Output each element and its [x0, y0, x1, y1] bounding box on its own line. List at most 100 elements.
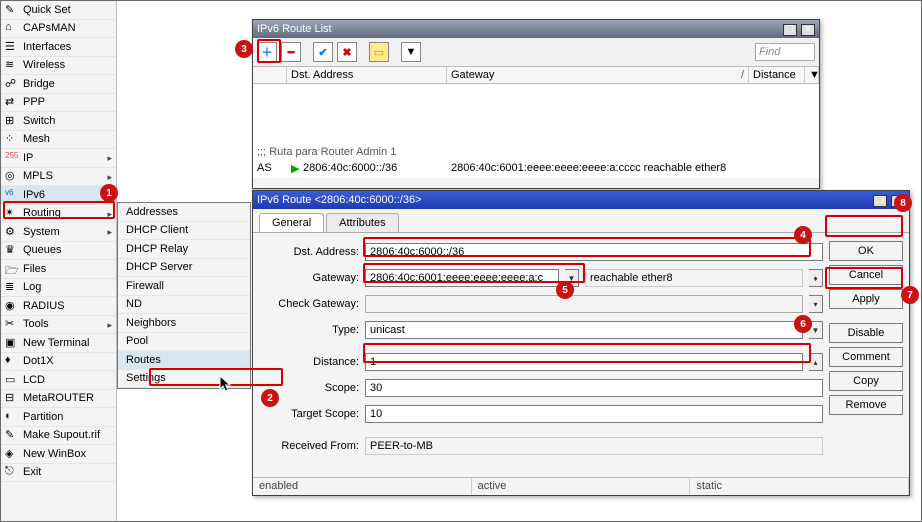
- route-row[interactable]: AS ▶ 2806:40c:6000::/36 2806:40c:6001:ee…: [253, 160, 819, 176]
- status-enabled: enabled: [253, 478, 472, 495]
- copy-button[interactable]: Copy: [829, 371, 903, 391]
- comment-button[interactable]: Comment: [829, 347, 903, 367]
- sidebar-item-exit[interactable]: ⎋Exit: [1, 464, 116, 483]
- sidebar-item-partition[interactable]: ◐Partition: [1, 408, 116, 427]
- log-icon: ≣: [5, 280, 19, 294]
- dst-address-input[interactable]: 2806:40c:6000::/36: [365, 243, 823, 261]
- disable-button[interactable]: ✖: [337, 42, 357, 62]
- check-gateway-label: Check Gateway:: [259, 298, 359, 310]
- filter-button[interactable]: ▼: [401, 42, 421, 62]
- sidebar-item-queues[interactable]: ♛Queues: [1, 242, 116, 261]
- type-input[interactable]: unicast: [365, 321, 803, 339]
- sidebar-item-system[interactable]: ⚙System▸: [1, 223, 116, 242]
- submenu-dhcp-server[interactable]: DHCP Server: [118, 259, 250, 278]
- cancel-button[interactable]: Cancel: [829, 265, 903, 285]
- sidebar-item-dot1x[interactable]: ♦Dot1X: [1, 353, 116, 372]
- remove-button[interactable]: ━: [281, 42, 301, 62]
- tab-attributes[interactable]: Attributes: [326, 213, 398, 232]
- submenu-routes[interactable]: Routes: [118, 351, 250, 370]
- gateway-label: Gateway:: [259, 272, 359, 284]
- submenu-dhcp-relay[interactable]: DHCP Relay: [118, 240, 250, 259]
- distance-input[interactable]: 1: [365, 353, 803, 371]
- titlebar[interactable]: IPv6 Route List ❐ ✕: [253, 20, 819, 38]
- dst-address-label: Dst. Address:: [259, 246, 359, 258]
- sidebar-item-ppp[interactable]: ⇄PPP: [1, 94, 116, 113]
- sidebar-item-lcd[interactable]: ▭LCD: [1, 371, 116, 390]
- check-gateway-dropdown[interactable]: ▾: [809, 295, 823, 313]
- switch-icon: ⊞: [5, 114, 19, 128]
- sidebar-item-log[interactable]: ≣Log: [1, 279, 116, 298]
- route-comment: ;;; Ruta para Router Admin 1: [253, 144, 819, 160]
- cursor-icon: [219, 376, 233, 394]
- gear-icon: ⚙: [5, 225, 19, 239]
- disable-button[interactable]: Disable: [829, 323, 903, 343]
- mesh-icon: ⁘: [5, 132, 19, 146]
- submenu-pool[interactable]: Pool: [118, 333, 250, 352]
- sidebar-item-switch[interactable]: ⊞Switch: [1, 112, 116, 131]
- route-flags: AS: [253, 162, 287, 174]
- chevron-right-icon: ▸: [107, 227, 112, 238]
- wireless-icon: ≋: [5, 58, 19, 72]
- target-scope-input[interactable]: 10: [365, 405, 823, 423]
- cap-icon: ⌂: [5, 21, 19, 35]
- dialog-buttons: OK Cancel Apply Disable Comment Copy Rem…: [829, 237, 903, 455]
- sidebar-item-supout[interactable]: ✎Make Supout.rif: [1, 427, 116, 446]
- route-gw: 2806:40c:6001:eeee:eeee:eeee:a:cccc reac…: [447, 162, 819, 174]
- route-active-icon: ▶: [287, 162, 299, 175]
- sidebar-item-radius[interactable]: ◉RADIUS: [1, 297, 116, 316]
- partition-icon: ◐: [5, 410, 19, 424]
- restore-icon[interactable]: ❐: [873, 195, 887, 207]
- dialog-titlebar[interactable]: IPv6 Route <2806:40c:6000::/36> ❐ ✕: [253, 191, 909, 209]
- type-label: Type:: [259, 324, 359, 336]
- check-gateway-input[interactable]: [365, 295, 803, 313]
- sidebar-item-ip[interactable]: 255IP▸: [1, 149, 116, 168]
- add-button[interactable]: ＋: [257, 42, 277, 62]
- sidebar-item-mpls[interactable]: ◎MPLS▸: [1, 168, 116, 187]
- submenu-nd[interactable]: ND: [118, 296, 250, 315]
- apply-button[interactable]: Apply: [829, 289, 903, 309]
- sidebar-item-new-terminal[interactable]: ▣New Terminal: [1, 334, 116, 353]
- ok-button[interactable]: OK: [829, 241, 903, 261]
- sidebar-item-ipv6[interactable]: v6IPv6▸: [1, 186, 116, 205]
- submenu-firewall[interactable]: Firewall: [118, 277, 250, 296]
- submenu-addresses[interactable]: Addresses: [118, 203, 250, 222]
- list-body[interactable]: ;;; Ruta para Router Admin 1 AS ▶ 2806:4…: [253, 84, 819, 178]
- scope-input[interactable]: 30: [365, 379, 823, 397]
- restore-icon[interactable]: ❐: [783, 24, 797, 36]
- enable-button[interactable]: ✔: [313, 42, 333, 62]
- received-from-value: PEER-to-MB: [365, 437, 823, 455]
- find-input[interactable]: Find: [755, 43, 815, 61]
- col-distance[interactable]: Distance: [749, 67, 805, 83]
- sidebar-item-bridge[interactable]: ☍Bridge: [1, 75, 116, 94]
- col-dst[interactable]: Dst. Address: [287, 67, 447, 83]
- column-headers: Dst. Address Gateway/ Distance ▼: [253, 67, 819, 84]
- col-flags[interactable]: [253, 67, 287, 83]
- tools-icon: ✂: [5, 317, 19, 331]
- winbox-icon: ◈: [5, 447, 19, 461]
- sidebar-item-mesh[interactable]: ⁘Mesh: [1, 131, 116, 150]
- dialog-status: enabled active static: [253, 477, 909, 495]
- sidebar-item-files[interactable]: 🗁Files: [1, 260, 116, 279]
- sidebar-item-tools[interactable]: ✂Tools▸: [1, 316, 116, 335]
- distance-spin[interactable]: ▴: [809, 353, 823, 371]
- gateway-input[interactable]: 2806:40c:6001:eeee:eeee:eeee:a:c: [365, 269, 559, 287]
- sidebar-item-new-winbox[interactable]: ◈New WinBox: [1, 445, 116, 464]
- col-more[interactable]: ▼: [805, 67, 819, 83]
- submenu-neighbors[interactable]: Neighbors: [118, 314, 250, 333]
- route-dst: 2806:40c:6000::/36: [299, 162, 447, 174]
- sidebar-item-metarouter[interactable]: ⊟MetaROUTER: [1, 390, 116, 409]
- remove-button[interactable]: Remove: [829, 395, 903, 415]
- sidebar-item-capsman[interactable]: ⌂CAPsMAN: [1, 20, 116, 39]
- gateway-spin[interactable]: ♦: [809, 269, 823, 287]
- interface-icon: ☰: [5, 40, 19, 54]
- sidebar-item-routing[interactable]: ✴Routing▸: [1, 205, 116, 224]
- submenu-dhcp-client[interactable]: DHCP Client: [118, 222, 250, 241]
- routing-icon: ✴: [5, 206, 19, 220]
- sidebar-item-quickset[interactable]: ✎Quick Set: [1, 1, 116, 20]
- col-gateway[interactable]: Gateway/: [447, 67, 749, 83]
- close-icon[interactable]: ✕: [801, 24, 815, 36]
- comment-button[interactable]: ▭: [369, 42, 389, 62]
- tab-general[interactable]: General: [259, 213, 324, 232]
- sidebar-item-interfaces[interactable]: ☰Interfaces: [1, 38, 116, 57]
- sidebar-item-wireless[interactable]: ≋Wireless: [1, 57, 116, 76]
